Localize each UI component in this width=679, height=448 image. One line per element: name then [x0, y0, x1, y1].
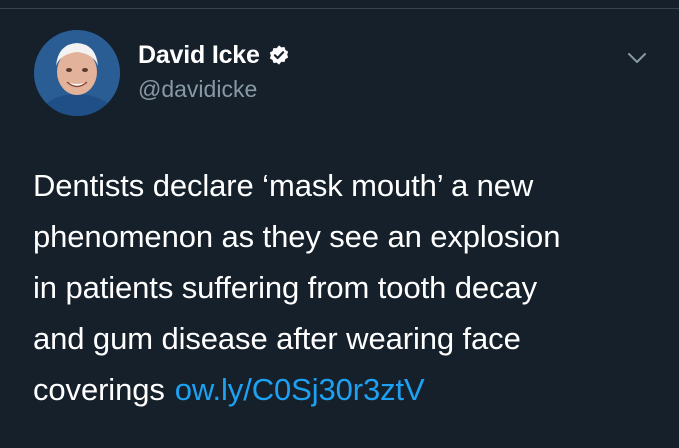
tweet-text: Dentists declare ‘mask mouth’ a new phen… — [33, 160, 663, 415]
tweet-text-line: Dentists declare ‘mask mouth’ a new — [33, 168, 534, 203]
tweet-text-line: and gum disease after wearing face — [33, 321, 521, 356]
profile-photo-graphic — [34, 30, 120, 116]
tweet-text-line: in patients suffering from tooth decay — [33, 270, 537, 305]
chevron-down-icon[interactable] — [626, 50, 648, 66]
tweet-card: David Icke @davidicke Dentists declare ‘… — [0, 0, 679, 448]
user-handle[interactable]: @davidicke — [138, 76, 257, 103]
avatar[interactable] — [34, 30, 120, 116]
name-row: David Icke — [138, 38, 290, 72]
tweet-text-line: phenomenon as they see an explosion — [33, 219, 561, 254]
verified-badge-icon — [269, 45, 288, 65]
display-name[interactable]: David Icke — [138, 41, 260, 70]
tweet-text-tail: coverings — [33, 372, 165, 407]
top-divider — [0, 8, 679, 9]
tweet-link[interactable]: ow.ly/C0Sj30r3ztV — [175, 372, 425, 407]
tweet-text-last-line: coverings ow.ly/C0Sj30r3ztV — [33, 364, 663, 415]
